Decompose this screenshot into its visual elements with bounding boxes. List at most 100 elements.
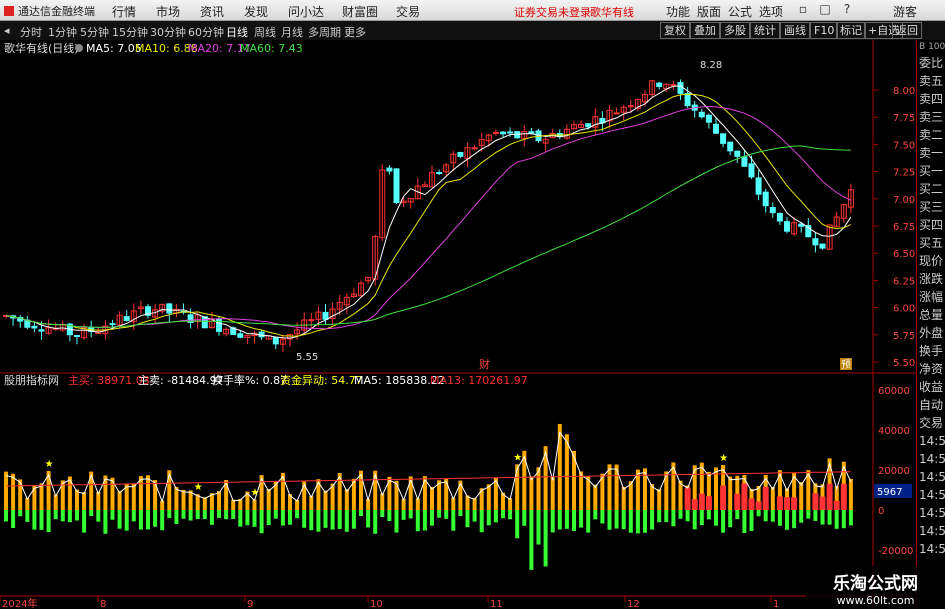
candle-body xyxy=(812,238,819,246)
menu-gongshi[interactable]: 公式 xyxy=(728,3,752,20)
finance-event-marker[interactable]: 财 xyxy=(479,357,490,371)
period-5min[interactable]: 5分钟 xyxy=(80,24,109,40)
sell-volume-bar xyxy=(714,510,718,526)
sell-volume-bar xyxy=(224,510,229,520)
kline-chart[interactable]: ★★★★★★★★★ 8.007.757.507.257.006.756.506.… xyxy=(0,40,916,609)
red-flow-bar xyxy=(734,493,741,510)
period-daily[interactable]: 日线 xyxy=(226,24,248,40)
buy-volume-bar xyxy=(174,486,179,510)
sell-volume-bar xyxy=(167,510,172,519)
title-bar: 通达信金融终端 行情 市场 资讯 发现 问小达 财富圈 交易 证券交易未登录 歌… xyxy=(0,0,945,21)
sell-volume-bar xyxy=(813,510,818,521)
diejia-button[interactable]: 叠加 xyxy=(690,22,720,39)
sell-volume-bar xyxy=(394,510,399,533)
auto-trade-label[interactable]: 自动 xyxy=(917,396,945,414)
buy-volume-bar xyxy=(550,477,555,510)
stock-name-label: 歌华有线 xyxy=(590,6,634,19)
ma60-label: MA60: 7.43 xyxy=(240,42,303,55)
menu-caifuquan[interactable]: 财富圈 xyxy=(342,3,378,20)
sell-volume-bar xyxy=(60,510,65,522)
menu-gongneng[interactable]: 功能 xyxy=(666,3,690,20)
menu-banmian[interactable]: 版面 xyxy=(697,3,721,20)
help-icon[interactable]: ? xyxy=(840,2,854,16)
candle-body xyxy=(436,171,443,174)
period-fenshi[interactable]: 分时 xyxy=(20,24,42,40)
menu-zixun[interactable]: 资讯 xyxy=(200,3,224,20)
star-marker: ★ xyxy=(719,453,728,464)
candle-body xyxy=(755,177,762,195)
trade-label[interactable]: 交易 xyxy=(917,414,945,432)
period-monthly[interactable]: 月线 xyxy=(281,24,303,40)
sell-volume-bar xyxy=(124,510,129,531)
fuquan-button[interactable]: 复权 xyxy=(660,22,690,39)
buy-volume-bar xyxy=(387,476,392,510)
red-flow-bar xyxy=(748,498,755,510)
settings-icon[interactable] xyxy=(75,44,83,52)
period-1min[interactable]: 1分钟 xyxy=(48,24,77,40)
tongji-button[interactable]: 统计 xyxy=(750,22,780,39)
period-30min[interactable]: 30分钟 xyxy=(150,24,186,40)
sell-volume-bar xyxy=(543,510,548,567)
sell-volume-bar xyxy=(657,510,662,523)
sell-volume-bar xyxy=(288,510,292,525)
sell-volume-bar xyxy=(373,510,378,534)
message-icon[interactable]: ▫ xyxy=(796,2,810,16)
sell-volume-bar xyxy=(593,510,598,520)
sell-volume-bar xyxy=(848,510,853,526)
toolbar-arrow-icon[interactable]: ◂ xyxy=(4,24,10,37)
back-button[interactable]: 返回 xyxy=(892,22,922,39)
menu-jiaoyi[interactable]: 交易 xyxy=(396,3,420,20)
sub-tick-label: 60000 xyxy=(878,386,910,397)
buy-volume-bar xyxy=(344,489,349,510)
period-weekly[interactable]: 周线 xyxy=(254,24,276,40)
guest-label[interactable]: 游客 xyxy=(893,3,917,20)
sell-volume-bar xyxy=(564,510,569,529)
menu-xuanxiang[interactable]: 选项 xyxy=(759,3,783,20)
forecast-event-marker[interactable]: 预 xyxy=(841,359,851,371)
period-more[interactable]: 更多 xyxy=(344,24,366,40)
menu-shichang[interactable]: 市场 xyxy=(156,3,180,20)
sell-volume-bar xyxy=(799,510,804,523)
trade-login-status[interactable]: 证券交易未登录 xyxy=(514,4,591,20)
sell-volume-bar xyxy=(316,510,321,532)
sell-volume-bar xyxy=(735,510,740,520)
watermark: 乐淘公式网 www.60lt.com xyxy=(806,566,945,609)
sell-volume-bar xyxy=(273,510,278,519)
period-60min[interactable]: 60分钟 xyxy=(188,24,224,40)
sell-volume-bar xyxy=(252,510,257,527)
f10-button[interactable]: F10 xyxy=(810,22,839,39)
quote-row-buy1: 买一 xyxy=(919,164,944,178)
period-multi[interactable]: 多周期 xyxy=(308,24,341,40)
red-flow-bar xyxy=(791,497,798,510)
candle-body xyxy=(237,333,244,338)
sub-tick-label: 20000 xyxy=(878,466,910,477)
buy-volume-bar xyxy=(18,479,23,510)
tick-time: 14:56 xyxy=(919,488,945,502)
menu-hangqing[interactable]: 行情 xyxy=(112,3,136,20)
sell-volume-bar xyxy=(806,510,811,519)
buy-volume-bar xyxy=(323,490,328,510)
candle-body xyxy=(656,82,663,87)
quote-row-buy5: 买五 xyxy=(919,236,944,250)
window-icon[interactable]: □ xyxy=(818,2,832,16)
sell-volume-bar xyxy=(202,510,207,520)
sell-volume-bar xyxy=(39,510,44,530)
sell-volume-bar xyxy=(685,510,690,522)
sell-volume-bar xyxy=(785,510,789,530)
current-value-label: 5967 xyxy=(877,487,902,498)
candle-body xyxy=(38,329,45,332)
biaoji-button[interactable]: 标记 xyxy=(836,22,866,39)
quote-row-sell3: 卖三 xyxy=(919,110,944,124)
huaxian-button[interactable]: 画线 xyxy=(780,22,810,39)
candle-body xyxy=(684,93,691,107)
sub-panel-title: 股朋指标网 xyxy=(4,373,59,387)
quote-row-change: 涨跌 xyxy=(919,272,944,286)
menu-wenxiaoda[interactable]: 问小达 xyxy=(288,3,324,20)
duogu-button[interactable]: 多股 xyxy=(720,22,750,39)
price-tick-label: 7.25 xyxy=(893,168,915,179)
sell-volume-bar xyxy=(430,510,434,526)
menu-faxian[interactable]: 发现 xyxy=(244,3,268,20)
period-15min[interactable]: 15分钟 xyxy=(112,24,148,40)
sell-volume-bar xyxy=(153,510,158,527)
buy-volume-bar xyxy=(217,491,221,510)
